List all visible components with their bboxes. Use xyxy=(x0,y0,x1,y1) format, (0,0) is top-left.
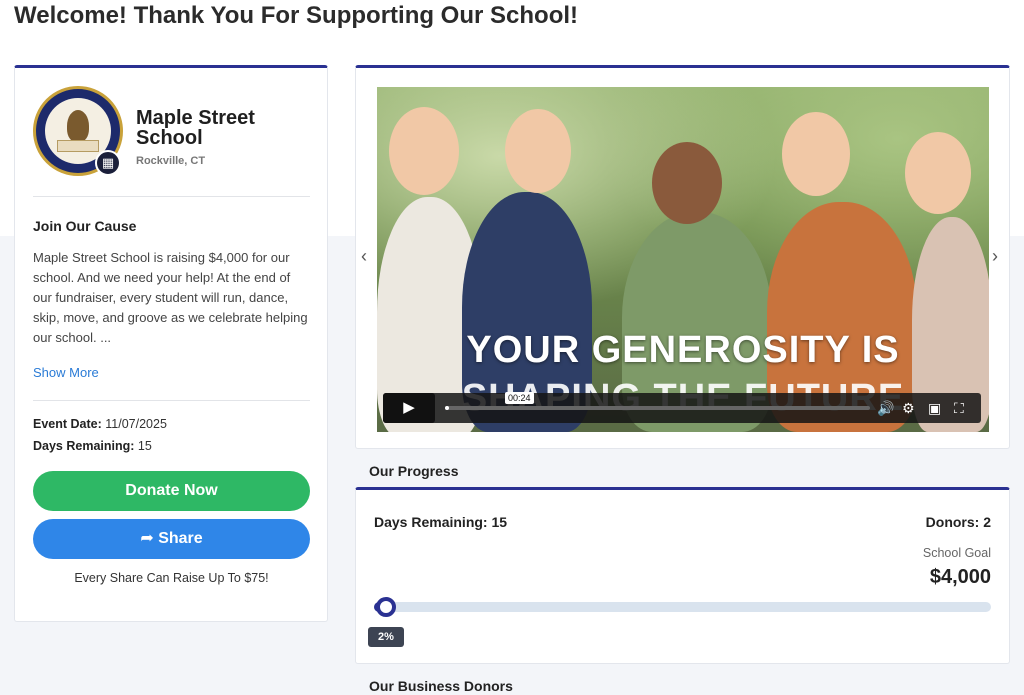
progress-bar xyxy=(374,597,991,617)
business-donors-title: Our Business Donors xyxy=(369,678,513,694)
days-remaining-label: Days Remaining: xyxy=(33,439,135,453)
cause-heading: Join Our Cause xyxy=(33,218,137,234)
event-date-label: Event Date: xyxy=(33,417,102,431)
goal-value: $4,000 xyxy=(929,566,991,588)
school-location: Rockville, CT xyxy=(136,155,206,167)
qr-code-icon[interactable]: ▦ xyxy=(95,150,121,176)
share-button-label: Share xyxy=(158,530,203,547)
video-scrubber[interactable]: 00:24 xyxy=(445,392,870,410)
show-more-link[interactable]: Show More xyxy=(33,365,99,380)
page-title: Welcome! Thank You For Supporting Our Sc… xyxy=(14,2,579,29)
video-card: ‹ › YOUR GENEROSITY IS SHAPING THE FUTUR… xyxy=(355,65,1010,449)
share-button[interactable]: ➦ Share xyxy=(33,519,310,559)
video-controls: ▶ 00:24 🔊 ⚙ ▣ ⛶ xyxy=(383,392,981,423)
donors-count: Donors: 2 xyxy=(925,514,991,530)
share-note: Every Share Can Raise Up To $75! xyxy=(74,571,269,585)
video-player[interactable]: YOUR GENEROSITY IS SHAPING THE FUTURE ▶ … xyxy=(377,87,989,432)
school-name: Maple Street School xyxy=(136,107,255,149)
divider xyxy=(33,196,310,197)
progress-card: Days Remaining: 15 Donors: 2 School Goal… xyxy=(355,487,1010,664)
time-tooltip: 00:24 xyxy=(505,392,534,404)
progress-section-title: Our Progress xyxy=(369,463,459,479)
settings-icon[interactable]: ⚙ xyxy=(902,399,915,417)
pip-icon[interactable]: ▣ xyxy=(928,399,941,417)
share-arrow-icon: ➦ xyxy=(140,530,154,547)
percent-badge: 2% xyxy=(368,627,404,647)
video-overlay-headline: YOUR GENEROSITY IS xyxy=(466,329,900,371)
progress-bar-knob xyxy=(376,597,397,617)
progress-days-remaining: Days Remaining: 15 xyxy=(374,514,508,530)
play-icon[interactable]: ▶ xyxy=(383,393,435,423)
goal-label: School Goal xyxy=(922,546,991,560)
donate-now-button[interactable]: Donate Now xyxy=(33,471,310,511)
scrubber-fill xyxy=(445,406,450,410)
event-date-value: 11/07/2025 xyxy=(105,417,167,431)
carousel-next-icon[interactable]: › xyxy=(992,246,998,267)
school-info-card: ▦ Maple Street School Rockville, CT Join… xyxy=(14,65,328,622)
carousel-prev-icon[interactable]: ‹ xyxy=(361,246,367,267)
volume-icon[interactable]: 🔊 xyxy=(877,399,894,417)
days-remaining: Days Remaining: 15 xyxy=(33,439,152,453)
event-date: Event Date: 11/07/2025 xyxy=(33,417,167,431)
cause-description: Maple Street School is raising $4,000 fo… xyxy=(33,250,308,345)
fullscreen-icon[interactable]: ⛶ xyxy=(954,399,964,417)
days-remaining-value: 15 xyxy=(137,439,152,453)
divider xyxy=(33,400,310,401)
